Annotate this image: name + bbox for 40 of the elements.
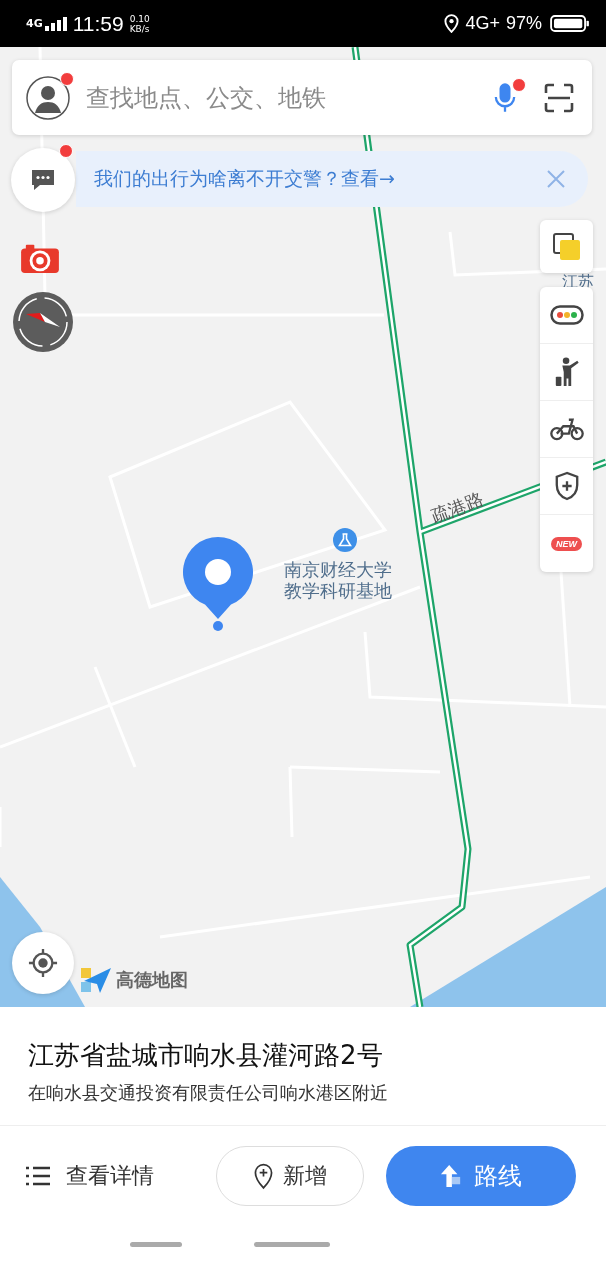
road-label: 疏港路 (428, 488, 486, 527)
speed-value: 0.10 (129, 13, 150, 24)
place-subtitle: 在响水县交通投资有限责任公司响水港区附近 (28, 1081, 389, 1105)
up-arrow-icon (440, 1164, 462, 1188)
location-icon (444, 14, 460, 33)
pin-plus-icon (253, 1162, 273, 1190)
scan-icon[interactable] (544, 82, 574, 113)
compass-icon[interactable] (12, 291, 74, 353)
crosshair-icon (28, 948, 58, 978)
new-feature-button[interactable]: NEW (540, 515, 593, 572)
layers-button[interactable] (540, 220, 593, 273)
add-button[interactable]: 新增 (216, 1146, 364, 1206)
logo-text: 高德地图 (116, 968, 188, 992)
logo-icon (80, 965, 112, 995)
shield-icon (553, 471, 580, 501)
bicycle-icon (549, 417, 584, 441)
flask-icon (333, 528, 357, 552)
location-pin-icon (181, 535, 255, 631)
traffic-light-icon (549, 305, 584, 325)
details-button[interactable]: 查看详情 (26, 1161, 216, 1191)
battery-percent: 97% (505, 13, 542, 34)
poi-label: 南京财经大学 教学科研基地 (284, 559, 392, 601)
signal-icon (44, 16, 67, 31)
chat-icon (30, 168, 56, 192)
avatar-icon[interactable] (26, 75, 70, 120)
new-badge: NEW (551, 536, 582, 551)
battery-icon (550, 15, 590, 32)
speed-unit: KB/s (129, 23, 150, 34)
place-title: 江苏省盐城市响水县灌河路2号 (28, 1039, 384, 1072)
search-bar[interactable]: 查找地点、公交、地铁 (12, 60, 592, 135)
microphone-icon[interactable] (494, 81, 516, 114)
layers-icon (551, 231, 582, 262)
list-icon (26, 1166, 50, 1186)
clock: 11:59 (72, 11, 124, 36)
network-label: 4G (26, 17, 43, 30)
notice-text[interactable]: 我们的出行为啥离不开交警？查看→ (94, 166, 395, 192)
search-field[interactable]: 查找地点、公交、地铁 (84, 82, 480, 113)
network-label: 4G+ (465, 13, 500, 34)
notice-banner[interactable]: 我们的出行为啥离不开交警？查看→ (76, 151, 588, 207)
route-button[interactable]: 路线 (386, 1146, 576, 1206)
